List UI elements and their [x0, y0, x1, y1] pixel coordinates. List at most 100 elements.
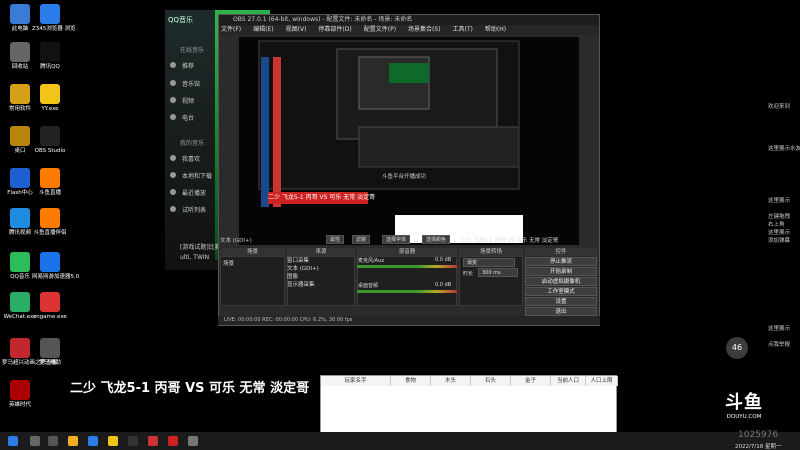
desktop-icon-label: cngame.exe	[33, 314, 67, 320]
mixer-track-db: 0.0 dB	[435, 257, 452, 263]
viewer-counter: 46	[726, 337, 748, 359]
obs-status-bar: LIVE: 00:00:00 REC: 00:00:00 CPU: 6.2%, …	[218, 316, 600, 325]
chat-line: 这里展示	[768, 326, 791, 332]
app-icon	[40, 338, 60, 358]
qq-item-video[interactable]: 视频	[182, 96, 194, 105]
scene-item[interactable]: 场景	[221, 257, 284, 269]
selected-source-label: 文本 (GDI+)	[220, 238, 252, 244]
app-icon	[40, 292, 60, 312]
history-icon	[170, 189, 176, 195]
qq-item-liked[interactable]: 我喜欢	[182, 154, 200, 163]
select-font-button[interactable]: 选择字体	[382, 235, 411, 244]
desktop-icon-label: Z345浏览器 浏览	[32, 26, 76, 32]
filters-button[interactable]: 滤镜	[352, 235, 371, 244]
desktop-icon-label: 梦马相助	[38, 360, 61, 366]
source-item[interactable]: 文本 (GDI+)	[287, 265, 347, 273]
room-uid: 1025976	[738, 430, 779, 440]
app-icon	[10, 42, 30, 62]
table-header: 木头	[431, 376, 471, 386]
stop-streaming-button[interactable]: 停止推流	[525, 257, 597, 266]
desktop-icon[interactable]: YY.exe	[32, 84, 68, 112]
qq-item-radio[interactable]: 电台	[182, 113, 194, 122]
douyu-logo: 斗鱼 DOUYU.COM	[714, 388, 774, 420]
yy-icon[interactable]	[108, 436, 118, 446]
start-icon[interactable]	[8, 436, 18, 446]
task-view-icon[interactable]	[48, 436, 58, 446]
scenes-panel[interactable]: 场景	[220, 256, 285, 306]
menu-help[interactable]: 帮助(H)	[485, 25, 506, 35]
scenes-panel-header: 场景	[220, 248, 285, 256]
desktop-icon[interactable]: 斗鱼直播	[32, 168, 68, 196]
app-icon	[10, 4, 30, 24]
qq-item-recent[interactable]: 最近播放	[182, 188, 206, 197]
taskbar	[0, 432, 800, 450]
desktop-icon-label: 腾讯QQ	[40, 64, 60, 70]
qq-item-local[interactable]: 本地和下载	[182, 171, 212, 180]
desktop-icon[interactable]: 英雄时代	[2, 380, 38, 408]
select-color-button[interactable]: 选择颜色	[422, 235, 451, 244]
menu-scene-collection[interactable]: 场景集合(S)	[408, 25, 441, 35]
app-icon	[10, 380, 30, 400]
source-item[interactable]: 图像	[287, 273, 347, 281]
qq-item-trial[interactable]: 试听列表	[182, 205, 206, 214]
chat-line: 右上角	[768, 222, 785, 228]
desktop-icon[interactable]: 斗鱼直播伴侣	[32, 208, 68, 236]
chat-line: 添加弹幕	[768, 238, 791, 244]
qq-music-title: QQ音乐	[168, 16, 194, 24]
source-item[interactable]: 窗口采集	[287, 257, 347, 265]
radio-icon	[170, 114, 176, 120]
desktop-icon[interactable]: OBS Studio	[32, 126, 68, 154]
studio-mode-button[interactable]: 工作室模式	[525, 287, 597, 296]
heart-icon	[170, 155, 176, 161]
browser-icon[interactable]	[88, 436, 98, 446]
desktop-icon-label: 斗鱼直播伴侣	[33, 230, 67, 236]
menu-edit[interactable]: 编辑(E)	[253, 25, 273, 35]
mixer-meter	[357, 290, 457, 293]
menu-docks[interactable]: 停靠部件(D)	[318, 25, 351, 35]
table-header: 当前人口	[551, 376, 586, 386]
qq-item-music-hall[interactable]: 音乐馆	[182, 79, 200, 88]
explorer-icon[interactable]	[68, 436, 78, 446]
table-header: 玩家名字	[321, 376, 391, 386]
start-virtual-camera-button[interactable]: 启动虚拟摄像机	[525, 277, 597, 286]
video-icon	[170, 97, 176, 103]
search-icon[interactable]	[30, 436, 40, 446]
player-stats-table: 玩家名字 食物 木头 石头 金子 当前人口 人口上限	[320, 375, 618, 437]
table-header: 食物	[391, 376, 431, 386]
douyu-icon[interactable]	[168, 436, 178, 446]
menu-file[interactable]: 文件(F)	[221, 25, 241, 35]
app-icon[interactable]	[188, 436, 198, 446]
desktop-icon-label: 网易网游加速器5.0	[32, 274, 80, 280]
table-header: 人口上限	[586, 376, 618, 386]
transition-select[interactable]: 渐变	[463, 258, 515, 267]
settings-button[interactable]: 设置	[525, 297, 597, 306]
desktop-icon[interactable]: 梦马相助	[32, 338, 68, 366]
source-item[interactable]: 显示器采集	[287, 281, 347, 289]
table-header: 石头	[471, 376, 511, 386]
obs-title-bar: OBS 27.0.1 (64-bit, windows) - 配置文件: 未命名…	[219, 15, 599, 25]
obs-icon[interactable]	[128, 436, 138, 446]
download-icon	[170, 172, 176, 178]
chat-line: 这里展示	[768, 230, 791, 236]
properties-button[interactable]: 属性	[326, 235, 345, 244]
desktop-icon[interactable]: 网易网游加速器5.0	[32, 252, 80, 280]
qq-section-online: 在线音乐	[180, 47, 205, 54]
obs-preview-canvas[interactable]	[239, 37, 579, 245]
source-text-value: 二少 飞龙5-1 丙哥 VS 可乐 无常 淡定哥	[460, 238, 559, 244]
mixer-panel-header: 混音器	[357, 248, 457, 256]
desktop-icon[interactable]: Z345浏览器 浏览	[32, 4, 76, 32]
duration-input[interactable]: 300 ms	[478, 268, 518, 277]
chat-line: 点我举报	[768, 342, 791, 348]
game-icon[interactable]	[148, 436, 158, 446]
exit-button[interactable]: 退出	[525, 307, 597, 316]
mixer-meter	[357, 265, 457, 268]
start-recording-button[interactable]: 开始录制	[525, 267, 597, 276]
desktop-icon[interactable]: 腾讯QQ	[32, 42, 68, 70]
menu-profile[interactable]: 配置文件(P)	[364, 25, 396, 35]
menu-tools[interactable]: 工具(T)	[453, 25, 473, 35]
menu-view[interactable]: 视图(V)	[286, 25, 307, 35]
qq-item-recommend[interactable]: 推荐	[182, 61, 194, 70]
music-hall-icon	[170, 80, 176, 86]
desktop-icon[interactable]: cngame.exe	[32, 292, 68, 320]
mixer-track-db: 0.0 dB	[435, 282, 452, 288]
